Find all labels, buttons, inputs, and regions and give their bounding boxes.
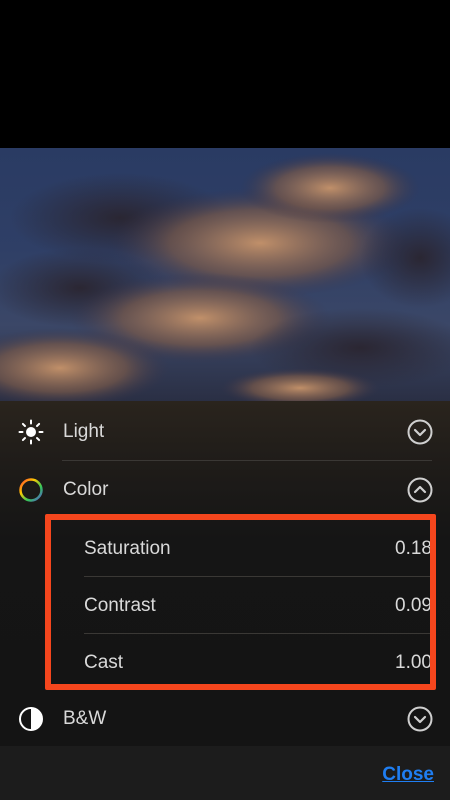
top-black-area [0, 0, 450, 148]
light-label: Light [63, 421, 105, 442]
color-wheel-icon [19, 478, 43, 502]
close-button[interactable]: Close [382, 764, 434, 786]
photo-preview [0, 148, 450, 401]
chevron-up-icon[interactable] [407, 477, 433, 503]
sun-icon [18, 419, 44, 445]
chevron-down-icon[interactable] [407, 419, 433, 445]
half-circle-icon [19, 707, 43, 731]
bw-label: B&W [63, 708, 107, 729]
light-row[interactable]: Light [0, 403, 450, 461]
highlight-box [45, 514, 436, 690]
color-row[interactable]: Color [0, 461, 450, 519]
footer-bar: Close [0, 746, 450, 800]
chevron-down-icon[interactable] [407, 706, 433, 732]
color-label: Color [63, 479, 109, 500]
bw-row[interactable]: B&W [0, 690, 450, 748]
